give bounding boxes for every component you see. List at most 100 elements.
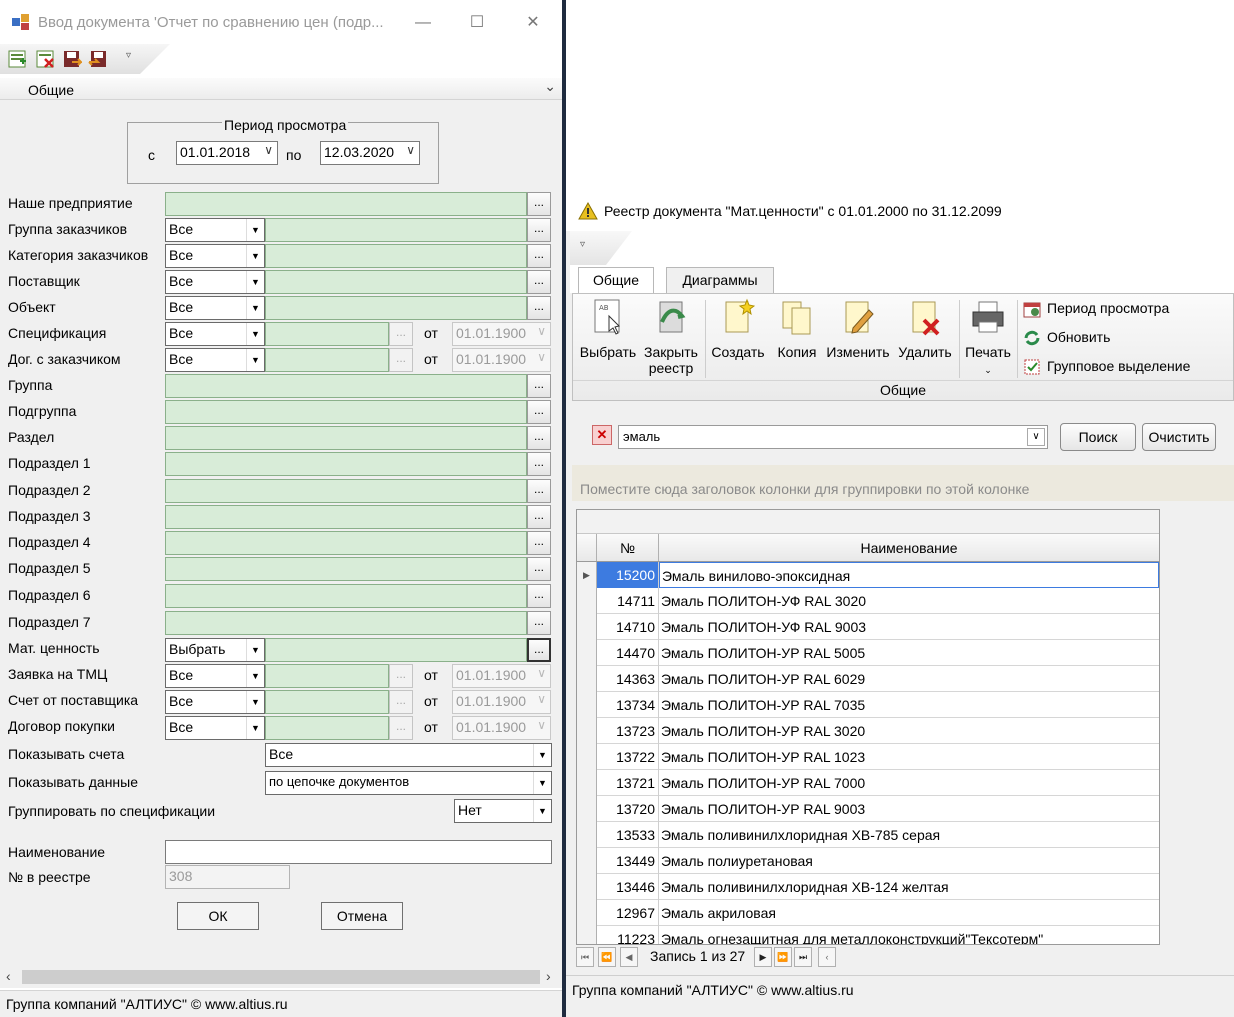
- subsection-1-field[interactable]: [165, 452, 527, 476]
- add-row-icon[interactable]: [8, 49, 28, 69]
- edit-button[interactable]: Изменить: [825, 298, 891, 360]
- customer-group-select[interactable]: Все ▼: [165, 218, 265, 242]
- create-button[interactable]: Создать: [707, 298, 769, 360]
- object-lookup-button[interactable]: ...: [527, 296, 551, 320]
- toolbar-dropdown-icon[interactable]: ▿: [580, 239, 585, 250]
- section-lookup-button[interactable]: ...: [527, 426, 551, 450]
- close-button[interactable]: ✕: [518, 10, 548, 36]
- subsection-6-lookup-button[interactable]: ...: [527, 584, 551, 608]
- subsection-2-field[interactable]: [165, 479, 527, 503]
- supplier-invoice-select[interactable]: Все ▼: [165, 690, 265, 714]
- customer-category-lookup-button[interactable]: ...: [527, 244, 551, 268]
- chevron-down-icon[interactable]: ∨: [264, 143, 273, 157]
- ok-button[interactable]: ОК: [177, 902, 259, 930]
- tab-charts[interactable]: Диаграммы: [666, 267, 774, 293]
- table-row[interactable]: 13446 Эмаль поливинилхлоридная ХВ-124 жел…: [577, 874, 1159, 900]
- subgroup-lookup-button[interactable]: ...: [527, 400, 551, 424]
- subsection-3-field[interactable]: [165, 505, 527, 529]
- tab-general[interactable]: Общие: [578, 267, 654, 293]
- our-company-lookup-button[interactable]: ...: [527, 192, 551, 216]
- next-record-icon[interactable]: ▶: [754, 947, 772, 967]
- first-record-icon[interactable]: ⏮: [576, 947, 594, 967]
- our-company-field[interactable]: [165, 192, 527, 216]
- supplier-lookup-button[interactable]: ...: [527, 270, 551, 294]
- minimize-button[interactable]: —: [408, 10, 438, 36]
- save-close-icon[interactable]: [62, 49, 82, 69]
- select-button[interactable]: AB Выбрать: [577, 298, 639, 360]
- purchase-contract-field[interactable]: [265, 716, 389, 740]
- table-row[interactable]: 11223 Эмаль огнезащитная для металлоконст…: [577, 926, 1159, 944]
- copy-button[interactable]: Копия: [771, 298, 823, 360]
- tmc-request-select[interactable]: Все ▼: [165, 664, 265, 688]
- show-invoices-select[interactable]: Все ▼: [265, 743, 552, 767]
- specification-select[interactable]: Все ▼: [165, 322, 265, 346]
- customer-group-field[interactable]: [265, 218, 527, 242]
- group-lookup-button[interactable]: ...: [527, 374, 551, 398]
- customer-category-select[interactable]: Все ▼: [165, 244, 265, 268]
- supplier-invoice-field[interactable]: [265, 690, 389, 714]
- purchase-contract-date[interactable]: 01.01.1900 ∨: [452, 716, 551, 740]
- customer-contract-select[interactable]: Все ▼: [165, 348, 265, 372]
- specification-field[interactable]: [265, 322, 389, 346]
- prev-record-icon[interactable]: ◀: [620, 947, 638, 967]
- tmc-request-lookup-button[interactable]: ...: [389, 664, 413, 688]
- subsection-5-field[interactable]: [165, 557, 527, 581]
- group-select-button[interactable]: Групповое выделение: [1023, 358, 1190, 376]
- next-page-icon[interactable]: ⏩: [774, 947, 792, 967]
- group-by-hint[interactable]: Поместите сюда заголовок колонки для гру…: [572, 465, 1234, 501]
- supplier-invoice-date[interactable]: 01.01.1900 ∨: [452, 690, 551, 714]
- object-field[interactable]: [265, 296, 527, 320]
- period-button[interactable]: Период просмотра: [1023, 300, 1169, 318]
- customer-contract-field[interactable]: [265, 348, 389, 372]
- customer-contract-lookup-button[interactable]: ...: [389, 348, 413, 372]
- subsection-1-lookup-button[interactable]: ...: [527, 452, 551, 476]
- table-row[interactable]: 12967 Эмаль акриловая: [577, 900, 1159, 926]
- group-by-spec-select[interactable]: Нет ▼: [454, 799, 552, 823]
- table-row[interactable]: 13734 Эмаль ПОЛИТОН-УР RAL 7035: [577, 692, 1159, 718]
- table-row[interactable]: 14470 Эмаль ПОЛИТОН-УР RAL 5005: [577, 640, 1159, 666]
- subsection-4-field[interactable]: [165, 531, 527, 555]
- group-field[interactable]: [165, 374, 527, 398]
- customer-category-field[interactable]: [265, 244, 527, 268]
- print-button[interactable]: Печать ⌄: [961, 298, 1015, 378]
- supplier-field[interactable]: [265, 270, 527, 294]
- specification-lookup-button[interactable]: ...: [389, 322, 413, 346]
- table-row[interactable]: 13533 Эмаль поливинилхлоридная ХВ-785 сер…: [577, 822, 1159, 848]
- table-row[interactable]: 13722 Эмаль ПОЛИТОН-УР RAL 1023: [577, 744, 1159, 770]
- name-input[interactable]: [165, 840, 552, 864]
- period-to-date[interactable]: 12.03.2020 ∨: [320, 141, 420, 165]
- delete-button[interactable]: Удалить: [893, 298, 957, 360]
- chevron-down-icon[interactable]: ⌄: [544, 78, 556, 95]
- maximize-button[interactable]: ☐: [462, 10, 492, 36]
- last-record-icon[interactable]: ⏭: [794, 947, 812, 967]
- subsection-7-lookup-button[interactable]: ...: [527, 611, 551, 635]
- show-data-select[interactable]: по цепочке документов ▼: [265, 771, 552, 795]
- scroll-left-icon[interactable]: ‹: [6, 968, 11, 984]
- collapse-navigator-icon[interactable]: ‹: [818, 947, 836, 967]
- table-row[interactable]: 13723 Эмаль ПОЛИТОН-УР RAL 3020: [577, 718, 1159, 744]
- subsection-3-lookup-button[interactable]: ...: [527, 505, 551, 529]
- clear-button[interactable]: Очистить: [1142, 423, 1216, 451]
- table-row[interactable]: 14711 Эмаль ПОЛИТОН-УФ RAL 3020: [577, 588, 1159, 614]
- purchase-contract-select[interactable]: Все ▼: [165, 716, 265, 740]
- scroll-right-icon[interactable]: ›: [546, 968, 551, 984]
- material-lookup-button[interactable]: ...: [527, 638, 551, 662]
- table-row[interactable]: 13721 Эмаль ПОЛИТОН-УР RAL 7000: [577, 770, 1159, 796]
- column-header-name[interactable]: Наименование: [659, 534, 1159, 561]
- exit-icon[interactable]: [88, 49, 108, 69]
- search-input[interactable]: эмаль ∨: [618, 425, 1048, 449]
- subsection-2-lookup-button[interactable]: ...: [527, 479, 551, 503]
- material-field[interactable]: [265, 638, 527, 662]
- customer-group-lookup-button[interactable]: ...: [527, 218, 551, 242]
- table-row[interactable]: ▶ 15200 Эмаль винилово-эпоксидная: [577, 562, 1159, 588]
- section-header[interactable]: Общие ⌄: [0, 78, 562, 100]
- toolbar-dropdown-icon[interactable]: ▿: [126, 50, 131, 61]
- refresh-button[interactable]: Обновить: [1023, 329, 1110, 347]
- table-row[interactable]: 14710 Эмаль ПОЛИТОН-УФ RAL 9003: [577, 614, 1159, 640]
- subsection-4-lookup-button[interactable]: ...: [527, 531, 551, 555]
- close-registry-button[interactable]: Закрыть реестр: [639, 298, 703, 376]
- tmc-request-field[interactable]: [265, 664, 389, 688]
- subsection-7-field[interactable]: [165, 611, 527, 635]
- subsection-5-lookup-button[interactable]: ...: [527, 557, 551, 581]
- supplier-select[interactable]: Все ▼: [165, 270, 265, 294]
